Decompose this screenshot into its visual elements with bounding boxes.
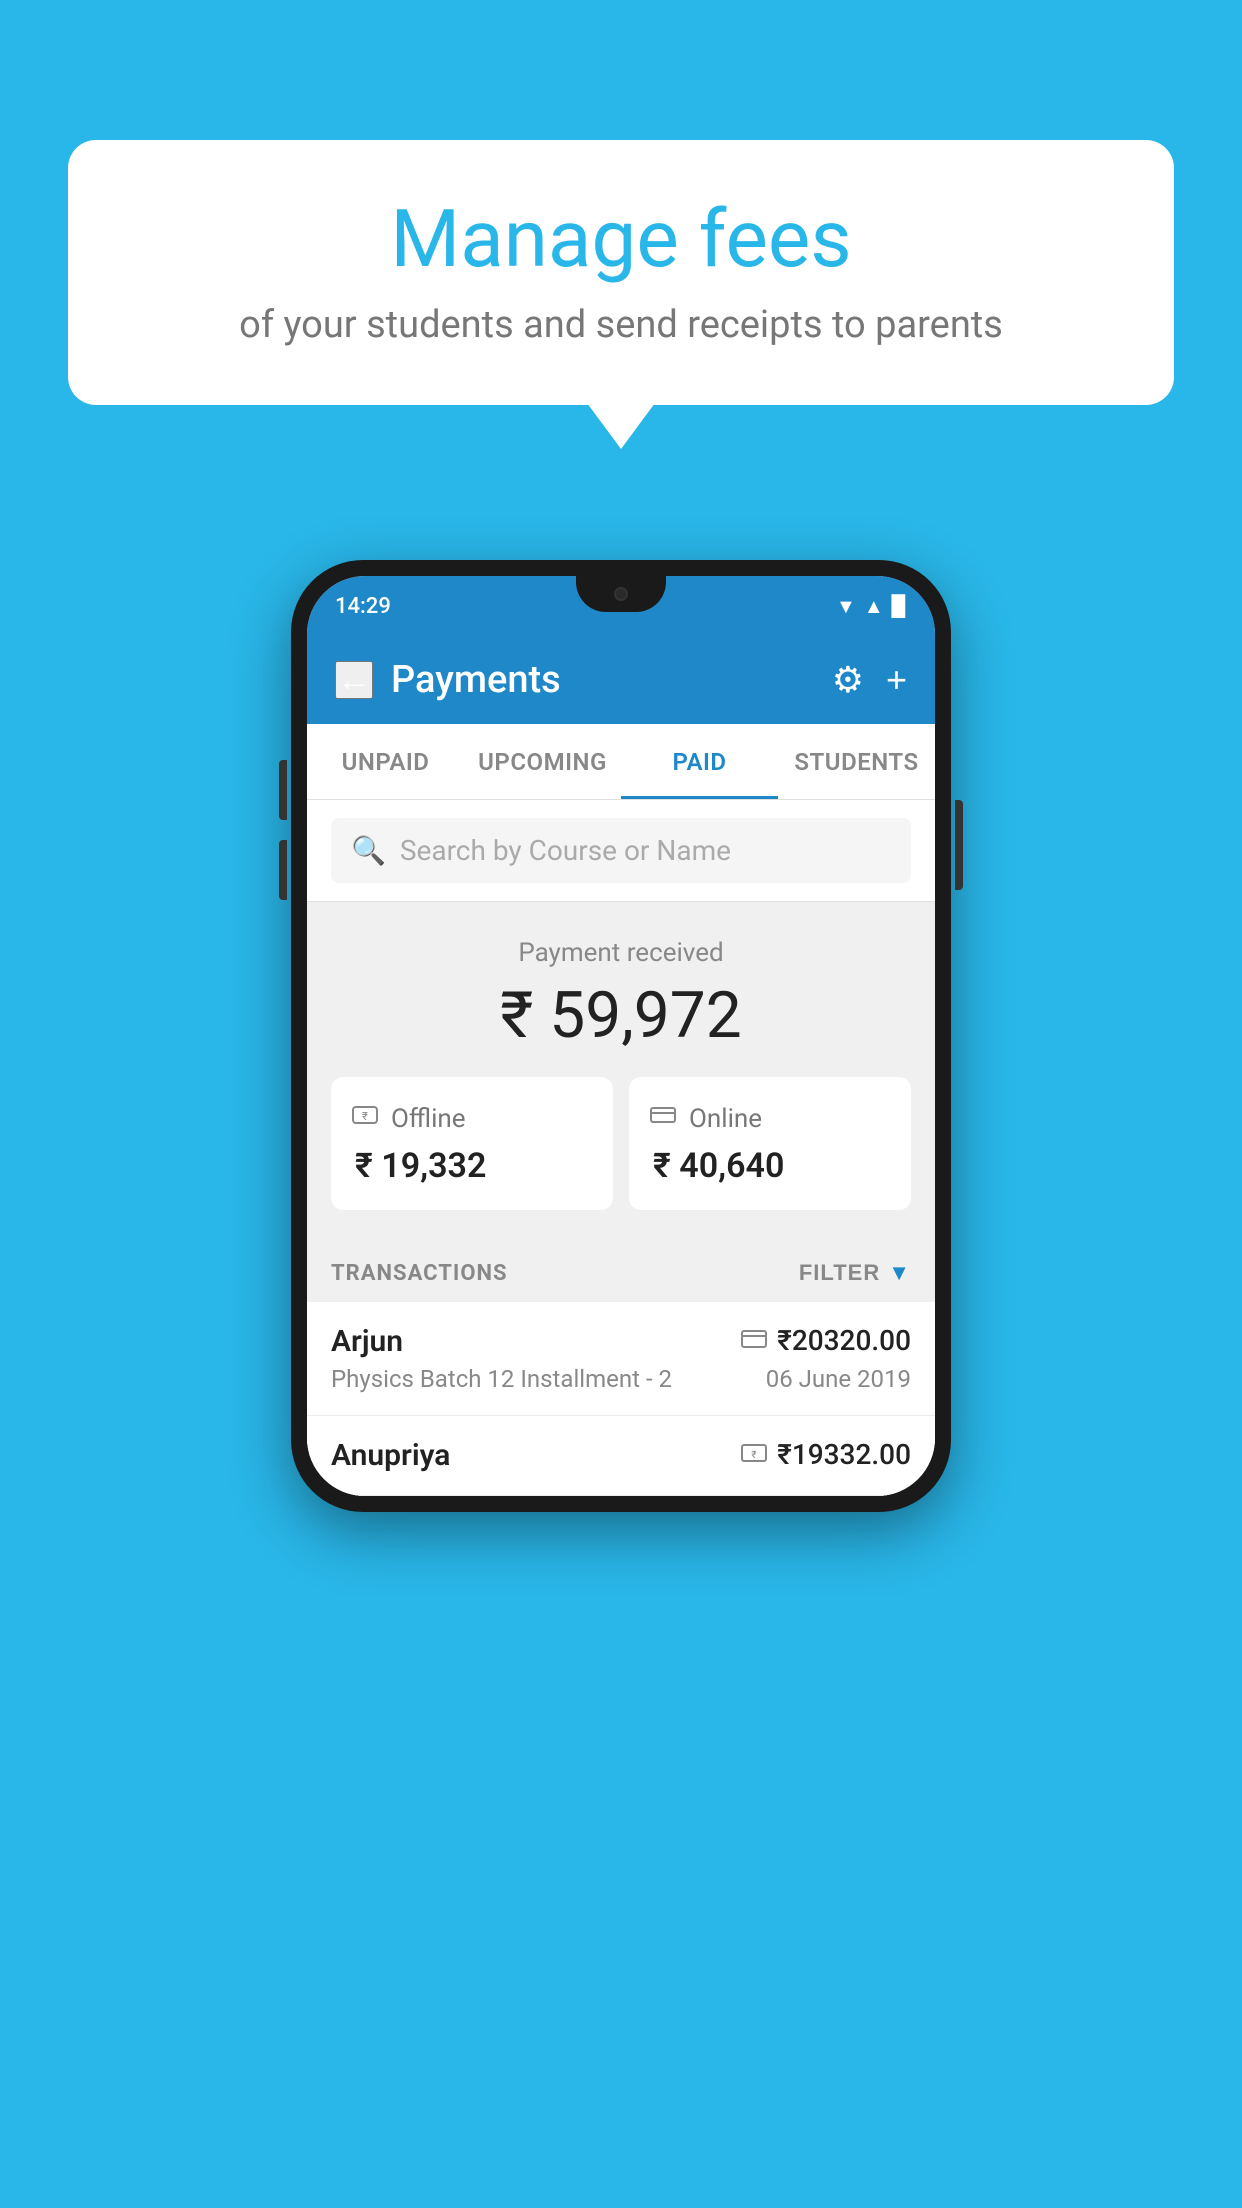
online-payment-icon — [741, 1326, 767, 1356]
notch — [576, 576, 666, 612]
transaction-amount: ₹19332.00 — [777, 1438, 911, 1471]
filter-button[interactable]: FILTER ▼ — [799, 1260, 911, 1286]
payment-total-amount: ₹ 59,972 — [331, 978, 911, 1053]
header-right: ⚙ + — [832, 662, 907, 698]
online-amount: ₹ 40,640 — [649, 1146, 784, 1186]
status-icons: ▼ ▲ ▉ — [836, 594, 907, 619]
search-bar[interactable]: 🔍 Search by Course or Name — [331, 818, 911, 883]
phone-outer: 14:29 ▼ ▲ ▉ ← Payments ⚙ + — [291, 560, 951, 1512]
filter-icon: ▼ — [888, 1260, 911, 1286]
battery-icon: ▉ — [892, 594, 907, 618]
offline-payment-icon: ₹ — [741, 1440, 767, 1470]
tab-paid[interactable]: PAID — [621, 724, 778, 799]
volume-down-button — [279, 840, 287, 900]
offline-amount: ₹ 19,332 — [351, 1146, 486, 1186]
add-button[interactable]: + — [886, 662, 907, 698]
transaction-row: Arjun ₹20320.00 — [331, 1324, 911, 1359]
transaction-name: Anupriya — [331, 1438, 450, 1473]
header-left: ← Payments — [335, 658, 561, 702]
header-title: Payments — [391, 658, 561, 702]
speech-bubble-container: Manage fees of your students and send re… — [68, 140, 1174, 405]
payment-received-label: Payment received — [331, 938, 911, 968]
transactions-header: TRANSACTIONS FILTER ▼ — [307, 1238, 935, 1302]
status-time: 14:29 — [335, 594, 391, 619]
transaction-amount: ₹20320.00 — [777, 1324, 911, 1357]
power-button — [955, 800, 963, 890]
phone-mockup: 14:29 ▼ ▲ ▉ ← Payments ⚙ + — [291, 560, 951, 1512]
tab-students[interactable]: STUDENTS — [778, 724, 935, 799]
online-card: Online ₹ 40,640 — [629, 1077, 911, 1210]
tabs-bar: UNPAID UPCOMING PAID STUDENTS — [307, 724, 935, 800]
transaction-date: 06 June 2019 — [766, 1365, 911, 1393]
tab-upcoming[interactable]: UPCOMING — [464, 724, 621, 799]
transaction-course: Physics Batch 12 Installment - 2 — [331, 1365, 672, 1393]
bubble-title: Manage fees — [128, 195, 1114, 283]
search-placeholder-text: Search by Course or Name — [400, 834, 731, 867]
bubble-subtitle: of your students and send receipts to pa… — [128, 301, 1114, 350]
transaction-name: Arjun — [331, 1324, 403, 1359]
transaction-amount-wrap: ₹ ₹19332.00 — [741, 1438, 911, 1471]
speech-bubble: Manage fees of your students and send re… — [68, 140, 1174, 405]
online-card-top: Online — [649, 1101, 762, 1136]
payment-summary: Payment received ₹ 59,972 ₹ — [307, 902, 935, 1238]
tab-unpaid[interactable]: UNPAID — [307, 724, 464, 799]
online-icon — [649, 1101, 677, 1136]
back-button[interactable]: ← — [335, 661, 373, 699]
payment-cards: ₹ Offline ₹ 19,332 — [331, 1077, 911, 1210]
offline-icon: ₹ — [351, 1101, 379, 1136]
transactions-label: TRANSACTIONS — [331, 1261, 508, 1286]
transaction-amount-wrap: ₹20320.00 — [741, 1324, 911, 1357]
offline-card: ₹ Offline ₹ 19,332 — [331, 1077, 613, 1210]
transaction-item[interactable]: Arjun ₹20320.00 — [307, 1302, 935, 1416]
filter-label: FILTER — [799, 1260, 880, 1286]
svg-text:₹: ₹ — [752, 1450, 757, 1461]
transaction-sub: Physics Batch 12 Installment - 2 06 June… — [331, 1365, 911, 1393]
signal-icon: ▲ — [864, 594, 884, 619]
svg-text:₹: ₹ — [362, 1110, 368, 1123]
wifi-icon: ▼ — [836, 594, 856, 619]
settings-button[interactable]: ⚙ — [832, 662, 864, 698]
app-header: ← Payments ⚙ + — [307, 636, 935, 724]
transaction-list: Arjun ₹20320.00 — [307, 1302, 935, 1496]
camera-dot — [614, 587, 628, 601]
search-bar-wrapper: 🔍 Search by Course or Name — [307, 800, 935, 902]
volume-up-button — [279, 760, 287, 820]
offline-label: Offline — [391, 1104, 466, 1134]
online-label: Online — [689, 1104, 762, 1134]
transaction-item[interactable]: Anupriya ₹ ₹19332.00 — [307, 1416, 935, 1496]
phone-screen: 14:29 ▼ ▲ ▉ ← Payments ⚙ + — [307, 576, 935, 1496]
offline-card-top: ₹ Offline — [351, 1101, 466, 1136]
search-icon: 🔍 — [351, 834, 386, 867]
status-bar: 14:29 ▼ ▲ ▉ — [307, 576, 935, 636]
content-area: 🔍 Search by Course or Name Payment recei… — [307, 800, 935, 1496]
transaction-row: Anupriya ₹ ₹19332.00 — [331, 1438, 911, 1473]
